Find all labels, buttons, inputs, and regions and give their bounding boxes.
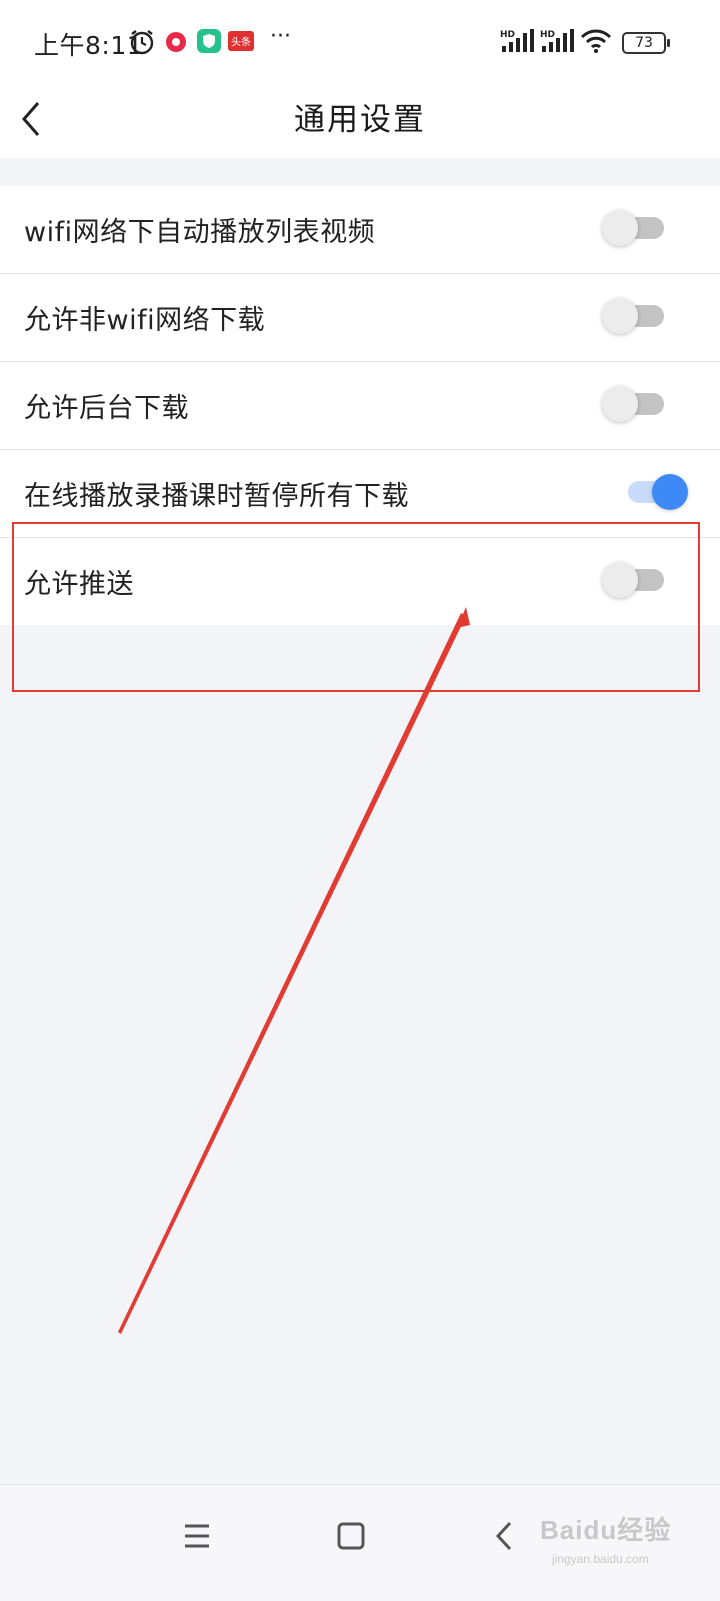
home-button[interactable] xyxy=(326,1511,376,1561)
baidu-watermark: Baidu经验 xyxy=(540,1515,672,1545)
setting-row-background-download: 允许后台下载 xyxy=(0,362,720,450)
page-title: 通用设置 xyxy=(294,102,426,138)
svg-text:HD: HD xyxy=(500,30,515,40)
baidu-watermark-url: jingyan.baidu.com xyxy=(552,1552,649,1566)
setting-label: 在线播放录播课时暂停所有下载 xyxy=(24,481,409,512)
header: 通用设置 xyxy=(0,80,720,158)
setting-label: 允许非wifi网络下载 xyxy=(24,305,266,336)
back-icon xyxy=(495,1521,512,1551)
svg-text:HD: HD xyxy=(540,30,555,40)
signal-hd-icon: HD xyxy=(500,28,534,58)
signal-hd-icon: HD xyxy=(540,28,574,58)
setting-label: wifi网络下自动播放列表视频 xyxy=(24,217,376,248)
toggle-knob xyxy=(602,298,638,334)
toggle-switch[interactable] xyxy=(602,386,664,422)
toggle-knob xyxy=(602,210,638,246)
status-bar: 上午8:11 头条 ··· HD HD 73 xyxy=(0,0,720,80)
nav-back-button[interactable] xyxy=(480,1511,530,1561)
status-time: 上午8:11 xyxy=(34,31,144,60)
toggle-switch[interactable] xyxy=(602,210,664,246)
toggle-switch[interactable] xyxy=(628,474,688,510)
alarm-icon xyxy=(128,28,156,60)
toutiao-icon: 头条 xyxy=(228,31,254,55)
setting-row-autoplay-wifi: wifi网络下自动播放列表视频 xyxy=(0,186,720,274)
wifi-icon xyxy=(580,28,612,58)
menu-icon xyxy=(185,1524,209,1548)
annotation-highlight-box xyxy=(12,522,700,692)
toutiao-label: 头条 xyxy=(231,36,251,49)
home-icon xyxy=(337,1522,365,1550)
toggle-knob xyxy=(652,474,688,510)
toggle-knob xyxy=(602,386,638,422)
more-icon: ··· xyxy=(270,24,291,49)
toggle-switch[interactable] xyxy=(602,298,664,334)
app-green-shield-icon xyxy=(196,28,222,58)
app-red-icon xyxy=(164,30,188,58)
battery-indicator: 73 xyxy=(622,32,670,54)
setting-row-non-wifi-download: 允许非wifi网络下载 xyxy=(0,274,720,362)
setting-label: 允许后台下载 xyxy=(24,393,189,424)
menu-button[interactable] xyxy=(172,1511,222,1561)
